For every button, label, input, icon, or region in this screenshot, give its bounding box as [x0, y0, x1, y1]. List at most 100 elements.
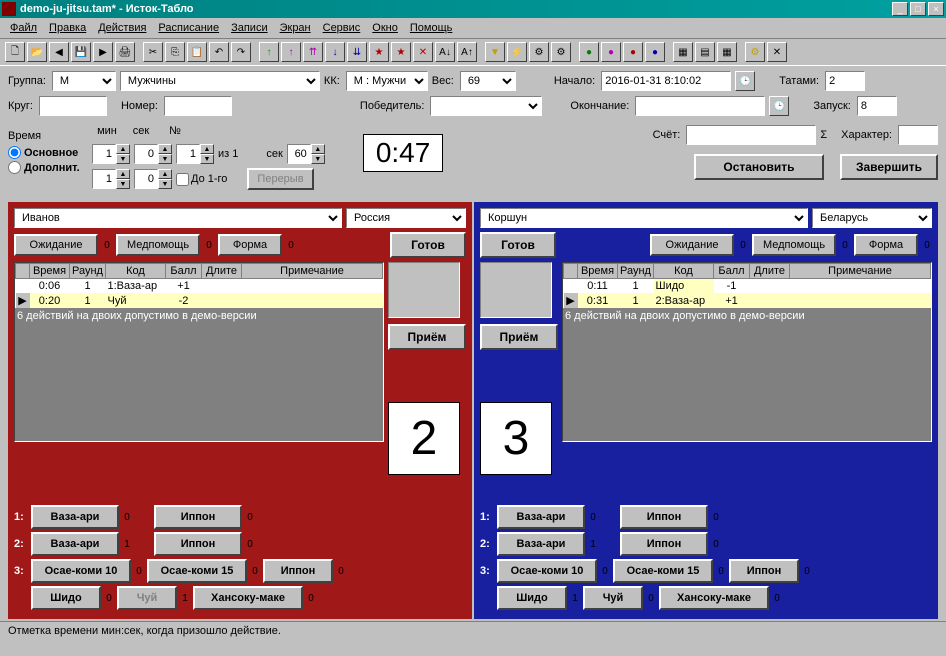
red-waiting-button[interactable]: Ожидание: [14, 234, 98, 256]
red-med-button[interactable]: Медпомощь: [116, 234, 200, 256]
circle-input[interactable]: [39, 96, 107, 116]
red-vaza2-button[interactable]: Ваза-ари: [31, 532, 119, 556]
star2-icon[interactable]: ★: [391, 42, 411, 62]
save-icon[interactable]: 💾: [71, 42, 91, 62]
menu-window[interactable]: Окно: [366, 21, 404, 35]
menu-service[interactable]: Сервис: [317, 21, 367, 35]
blue-chui-button[interactable]: Чуй: [583, 586, 643, 610]
filter2-icon[interactable]: ⚡: [507, 42, 527, 62]
blue-shido-button[interactable]: Шидо: [497, 586, 567, 610]
red-ippon3-button[interactable]: Иппон: [263, 559, 333, 583]
sort-icon[interactable]: A↓: [435, 42, 455, 62]
red-recv-button[interactable]: Приём: [388, 324, 466, 350]
blue-recv-button[interactable]: Приём: [480, 324, 558, 350]
undo-icon[interactable]: ↶: [209, 42, 229, 62]
red-shido-button[interactable]: Шидо: [31, 586, 101, 610]
red-form-button[interactable]: Форма: [218, 234, 282, 256]
star-icon[interactable]: ★: [369, 42, 389, 62]
table-row[interactable]: 0:111Шидо-1: [564, 279, 931, 294]
run-input[interactable]: [857, 96, 897, 116]
blue-waiting-button[interactable]: Ожидание: [650, 234, 734, 256]
up2-icon[interactable]: ↑: [281, 42, 301, 62]
weight-select[interactable]: 69: [460, 71, 516, 91]
t1-icon[interactable]: ●: [579, 42, 599, 62]
copy-icon[interactable]: ⎘: [165, 42, 185, 62]
red-ready-button[interactable]: Готов: [390, 232, 466, 258]
print-icon[interactable]: 🖨: [115, 42, 135, 62]
tatami-input[interactable]: [825, 71, 865, 91]
red-hansoku-button[interactable]: Хансоку-маке: [193, 586, 303, 610]
end-clock-icon[interactable]: 🕒: [769, 96, 789, 116]
menu-help[interactable]: Помощь: [404, 21, 459, 35]
blue-ippon1-button[interactable]: Иппон: [620, 505, 708, 529]
cut-icon[interactable]: ✂: [143, 42, 163, 62]
back-icon[interactable]: ◀: [49, 42, 69, 62]
menu-records[interactable]: Записи: [225, 21, 274, 35]
radio-main[interactable]: Основное: [8, 146, 88, 159]
blue-ippon3-button[interactable]: Иппон: [729, 559, 799, 583]
forward-icon[interactable]: ▶: [93, 42, 113, 62]
group-name-select[interactable]: Мужчины: [120, 71, 320, 91]
paste-icon[interactable]: 📋: [187, 42, 207, 62]
red-osae10-button[interactable]: Осае-коми 10: [31, 559, 131, 583]
dn-icon[interactable]: ↓: [325, 42, 345, 62]
win2-icon[interactable]: ▤: [695, 42, 715, 62]
gear-icon[interactable]: ⚙: [745, 42, 765, 62]
blue-med-button[interactable]: Медпомощь: [752, 234, 836, 256]
red-chui-button[interactable]: Чуй: [117, 586, 177, 610]
blue-ippon2-button[interactable]: Иппон: [620, 532, 708, 556]
group-code-select[interactable]: M: [52, 71, 116, 91]
stop-button[interactable]: Остановить: [694, 154, 824, 180]
h-input[interactable]: [898, 125, 938, 145]
blue-vaza2-button[interactable]: Ваза-ари: [497, 532, 585, 556]
menu-screen[interactable]: Экран: [274, 21, 317, 35]
redo-icon[interactable]: ↷: [231, 42, 251, 62]
menu-actions[interactable]: Действия: [92, 21, 152, 35]
blue-form-button[interactable]: Форма: [854, 234, 918, 256]
menu-schedule[interactable]: Расписание: [152, 21, 225, 35]
red-name-select[interactable]: Иванов: [14, 208, 342, 228]
red-ippon1-button[interactable]: Иппон: [154, 505, 242, 529]
close-button[interactable]: ×: [928, 2, 944, 16]
spin-down-icon[interactable]: ▼: [116, 154, 130, 164]
t3-icon[interactable]: ●: [623, 42, 643, 62]
spin-up-icon[interactable]: ▲: [116, 144, 130, 154]
no-input[interactable]: [176, 144, 200, 164]
kk-select[interactable]: M : Мужчи: [346, 71, 428, 91]
break-button[interactable]: Перерыв: [247, 168, 313, 190]
esec-input[interactable]: [134, 169, 158, 189]
doc-icon[interactable]: ▦: [717, 42, 737, 62]
red-osae15-button[interactable]: Осае-коми 15: [147, 559, 247, 583]
table-row[interactable]: ▶ 0:201Чуй-2: [16, 293, 383, 308]
blue-osae15-button[interactable]: Осае-коми 15: [613, 559, 713, 583]
x-icon[interactable]: ✕: [767, 42, 787, 62]
t4-icon[interactable]: ●: [645, 42, 665, 62]
maximize-button[interactable]: □: [910, 2, 926, 16]
emin-input[interactable]: [92, 169, 116, 189]
cross-icon[interactable]: ✕: [413, 42, 433, 62]
blue-vaza1-button[interactable]: Ваза-ари: [497, 505, 585, 529]
start-input[interactable]: [601, 71, 731, 91]
sort2-icon[interactable]: A↑: [457, 42, 477, 62]
blue-hansoku-button[interactable]: Хансоку-маке: [659, 586, 769, 610]
new-icon[interactable]: 🗋: [5, 42, 25, 62]
open-icon[interactable]: 📂: [27, 42, 47, 62]
score-input[interactable]: [686, 125, 816, 145]
sec-input[interactable]: [134, 144, 158, 164]
blue-ready-button[interactable]: Готов: [480, 232, 556, 258]
upto-check[interactable]: До 1-го: [176, 173, 229, 186]
blue-name-select[interactable]: Коршун: [480, 208, 808, 228]
menu-file[interactable]: Файл: [4, 21, 43, 35]
table-row[interactable]: 0:0611:Ваза-ар+1: [16, 279, 383, 294]
number-input[interactable]: [164, 96, 232, 116]
cfg2-icon[interactable]: ⚙: [551, 42, 571, 62]
up3-icon[interactable]: ⇈: [303, 42, 323, 62]
minimize-button[interactable]: _: [892, 2, 908, 16]
blue-osae10-button[interactable]: Осае-коми 10: [497, 559, 597, 583]
dn2-icon[interactable]: ⇊: [347, 42, 367, 62]
red-vaza1-button[interactable]: Ваза-ари: [31, 505, 119, 529]
red-country-select[interactable]: Россия: [346, 208, 466, 228]
blue-country-select[interactable]: Беларусь: [812, 208, 932, 228]
win-icon[interactable]: ▦: [673, 42, 693, 62]
filter-icon[interactable]: ▼: [485, 42, 505, 62]
